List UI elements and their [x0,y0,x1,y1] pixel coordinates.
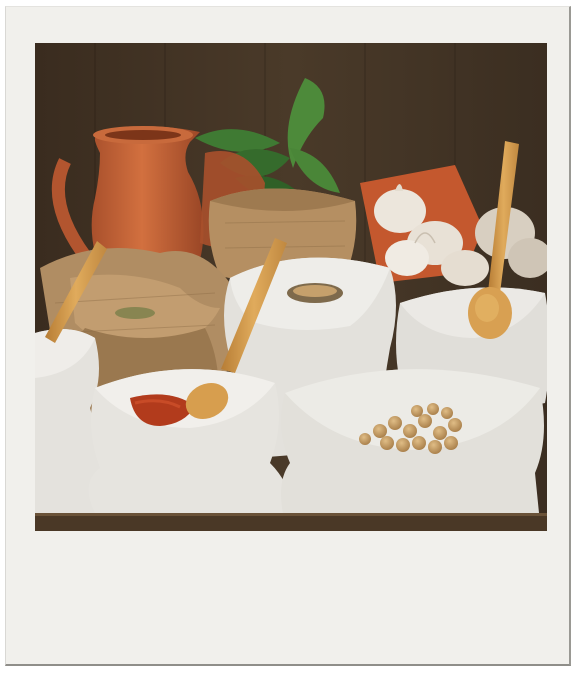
polaroid-frame [5,6,571,666]
chickpea-sack [281,369,544,531]
photo-scene [35,43,547,531]
photo [35,43,547,531]
